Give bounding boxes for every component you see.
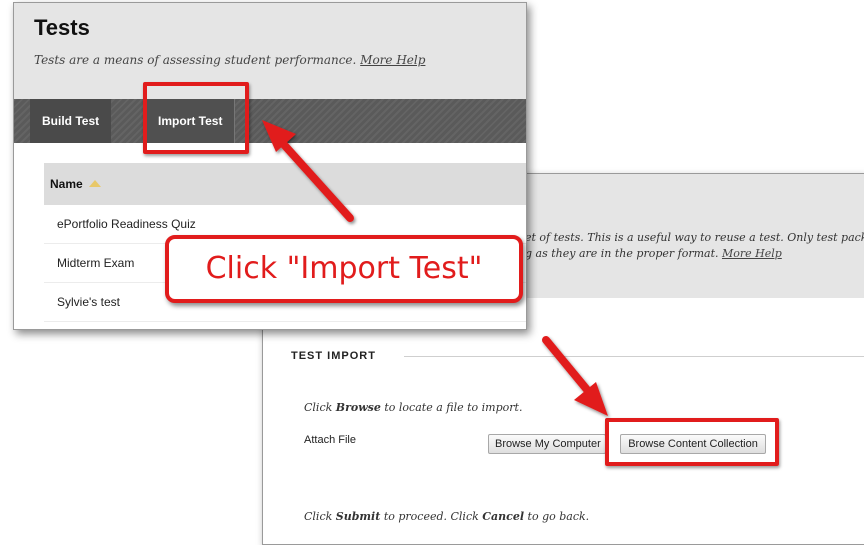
arrow-to-content-collection-icon bbox=[542, 336, 608, 416]
click-import-test-callout: Click "Import Test" bbox=[165, 235, 523, 303]
arrow-to-import-tab-icon bbox=[262, 120, 354, 222]
